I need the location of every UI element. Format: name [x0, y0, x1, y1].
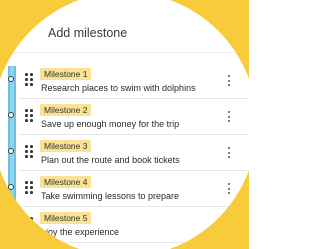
add-milestone-button[interactable]: Add milestone [48, 26, 127, 40]
milestone-badge: Milestone 5 [40, 212, 92, 224]
milestone-row-3[interactable]: Milestone 3 Plan out the route and book … [18, 136, 249, 171]
milestone-badge: Milestone 3 [40, 140, 92, 152]
timeline-node-icon [8, 112, 14, 118]
milestone-badge: Milestone 4 [40, 176, 92, 188]
timeline-node-icon [8, 148, 14, 154]
milestone-row-5[interactable]: Milestone 5 njoy the experience [18, 208, 249, 243]
milestone-text[interactable]: Take swimming lessons to prepare [41, 191, 179, 202]
more-vertical-icon[interactable] [228, 111, 232, 123]
more-vertical-icon[interactable] [228, 147, 232, 159]
drag-handle-icon[interactable] [25, 109, 33, 123]
drag-handle-icon[interactable] [25, 73, 33, 87]
timeline-node-icon [8, 184, 14, 190]
milestone-text[interactable]: Plan out the route and book tickets [41, 155, 180, 166]
drag-handle-icon[interactable] [25, 217, 33, 231]
milestone-text[interactable]: njoy the experience [41, 227, 119, 238]
circular-viewport: Add milestone Milestone 1 Research place… [0, 0, 257, 249]
more-vertical-icon[interactable] [228, 183, 232, 195]
timeline-track [8, 66, 16, 249]
more-vertical-icon[interactable] [228, 75, 232, 87]
milestone-screen: Add milestone Milestone 1 Research place… [0, 0, 249, 249]
milestone-text[interactable]: Research places to swim with dolphins [41, 83, 196, 94]
milestone-text[interactable]: Save up enough money for the trip [41, 119, 179, 130]
milestone-row-2[interactable]: Milestone 2 Save up enough money for the… [18, 100, 249, 135]
drag-handle-icon[interactable] [25, 145, 33, 159]
drag-handle-icon[interactable] [25, 181, 33, 195]
header: Add milestone [0, 0, 249, 53]
milestone-row-1[interactable]: Milestone 1 Research places to swim with… [18, 64, 249, 99]
milestone-badge: Milestone 2 [40, 104, 92, 116]
milestone-row-4[interactable]: Milestone 4 Take swimming lessons to pre… [18, 172, 249, 207]
timeline-node-icon [8, 76, 14, 82]
milestone-badge: Milestone 1 [40, 68, 92, 80]
